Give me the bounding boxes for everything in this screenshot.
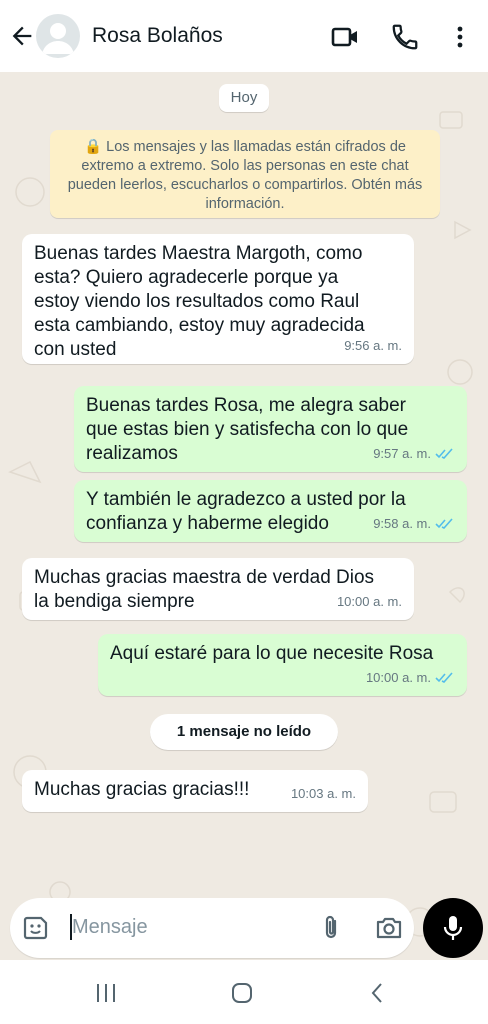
chat-area[interactable]: Hoy 🔒 Los mensajes y las llamadas están … — [0, 72, 488, 960]
emoji-sticker-icon[interactable] — [22, 914, 50, 942]
contact-name[interactable]: Rosa Bolaños — [92, 24, 223, 48]
read-ticks-icon — [435, 672, 453, 683]
phone-call-icon[interactable] — [390, 22, 420, 52]
video-call-icon[interactable] — [330, 22, 360, 52]
message-time: 10:00 a. m. — [365, 670, 431, 685]
chat-header: Rosa Bolaños — [0, 0, 488, 72]
message-time: 9:57 a. m. — [373, 446, 431, 461]
message-outgoing[interactable]: Buenas tardes Rosa, me alegra saber que … — [74, 386, 467, 472]
system-back-icon[interactable] — [368, 982, 388, 1004]
message-incoming[interactable]: Buenas tardes Maestra Margoth, como esta… — [22, 234, 414, 364]
home-icon[interactable] — [230, 982, 254, 1004]
message-text: Aquí estaré para lo que necesite Rosa — [110, 643, 434, 664]
back-arrow-icon[interactable] — [8, 22, 36, 50]
microphone-icon — [443, 916, 463, 940]
more-options-icon[interactable] — [445, 22, 475, 52]
attach-icon[interactable] — [318, 914, 346, 942]
message-outgoing[interactable]: Aquí estaré para lo que necesite Rosa 10… — [98, 634, 467, 696]
message-outgoing[interactable]: Y también le agradezco a usted por la co… — [74, 480, 467, 542]
message-time: 10:00 a. m. — [336, 594, 402, 609]
system-navigation-bar — [0, 960, 488, 1024]
recent-apps-icon[interactable] — [94, 982, 118, 1004]
voice-record-button[interactable] — [423, 898, 483, 958]
camera-icon[interactable] — [374, 914, 404, 942]
read-ticks-icon — [435, 448, 453, 459]
message-incoming[interactable]: Muchas gracias maestra de verdad Dios la… — [22, 558, 414, 620]
message-incoming[interactable]: Muchas gracias gracias!!! 10:03 a. m. — [22, 770, 368, 812]
unread-messages-label: 1 mensaje no leído — [150, 714, 338, 750]
encryption-notice[interactable]: 🔒 Los mensajes y las llamadas están cifr… — [50, 130, 440, 218]
message-time: 10:03 a. m. — [290, 786, 356, 801]
contact-avatar[interactable] — [36, 14, 80, 58]
message-time: 9:58 a. m. — [373, 516, 431, 531]
message-time: 9:56 a. m. — [344, 338, 402, 353]
message-input-bar[interactable]: Mensaje — [10, 898, 414, 958]
read-ticks-icon — [435, 518, 453, 529]
date-label: Hoy — [219, 84, 269, 112]
message-input[interactable]: Mensaje — [72, 916, 148, 939]
